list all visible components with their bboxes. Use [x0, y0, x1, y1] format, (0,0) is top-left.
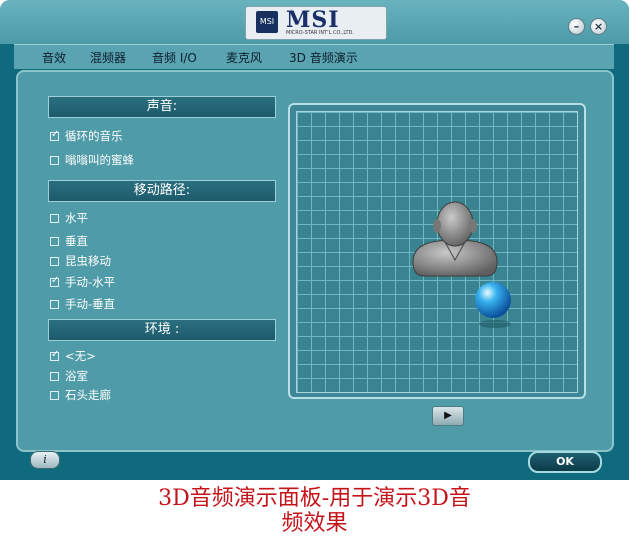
option-label: 昆虫移动	[65, 254, 111, 268]
head-listener-icon[interactable]	[412, 201, 498, 277]
option-label: <无>	[65, 349, 96, 363]
option-insect-movement[interactable]: 昆虫移动	[50, 253, 111, 269]
msi-logo: MSI MSI MICRO-STAR INT'L CO.,LTD.	[245, 6, 387, 40]
info-button[interactable]: i	[30, 451, 60, 469]
checkbox[interactable]	[50, 129, 59, 141]
option-buzzing-bee[interactable]: 嗡嗡叫的蜜蜂	[50, 152, 134, 168]
checkbox[interactable]	[50, 236, 59, 246]
checkbox[interactable]	[50, 213, 59, 223]
section-environment-title: 环境 :	[48, 319, 276, 341]
msi-emblem-icon: MSI	[256, 11, 278, 33]
checkbox[interactable]	[50, 256, 59, 266]
option-none[interactable]: <无>	[50, 348, 96, 364]
checkbox[interactable]	[50, 299, 59, 309]
tab-3d-audio-demo[interactable]: 3D 音频演示	[289, 49, 358, 66]
tab-mixer[interactable]: 混频器	[90, 49, 126, 66]
close-button[interactable]: ×	[590, 18, 607, 35]
option-label: 浴室	[65, 369, 88, 383]
option-vertical[interactable]: 垂直	[50, 233, 88, 249]
options-panel: 声音: 循环的音乐 嗡嗡叫的蜜蜂 移动路径: 水平 垂直 昆虫移动 手动-水平 …	[40, 90, 280, 410]
sound-source-sphere-icon[interactable]	[475, 282, 511, 328]
option-label: 水平	[65, 211, 88, 225]
option-label: 循环的音乐	[65, 129, 123, 143]
option-stone-corridor[interactable]: 石头走廊	[50, 387, 111, 403]
option-label: 手动-水平	[65, 275, 116, 289]
option-horizontal[interactable]: 水平	[50, 210, 88, 226]
tab-sound-effects[interactable]: 音效	[42, 49, 66, 66]
section-path-title: 移动路径:	[48, 180, 276, 202]
ok-button[interactable]: OK	[528, 451, 602, 473]
tab-microphone[interactable]: 麦克风	[226, 49, 262, 66]
title-bar[interactable]: MSI MSI MICRO-STAR INT'L CO.,LTD. – ×	[0, 0, 629, 44]
brand-tagline: MICRO-STAR INT'L CO.,LTD.	[286, 30, 354, 36]
figure-caption: 3D音频演示面板-用于演示3D音 频效果	[0, 486, 629, 536]
play-button[interactable]: ▶	[432, 406, 464, 426]
section-sound-title: 声音:	[48, 96, 276, 118]
3d-demo-viewport	[288, 103, 586, 399]
option-bathroom[interactable]: 浴室	[50, 368, 88, 384]
checkbox[interactable]	[50, 155, 59, 165]
minimize-button[interactable]: –	[568, 18, 585, 35]
tab-audio-io[interactable]: 音频 I/O	[152, 49, 197, 66]
option-label: 手动-垂直	[65, 297, 116, 311]
option-looping-music[interactable]: 循环的音乐	[50, 128, 123, 144]
option-label: 石头走廊	[65, 388, 111, 402]
caption-line-2: 频效果	[281, 511, 348, 536]
option-label: 嗡嗡叫的蜜蜂	[65, 153, 134, 167]
checkbox[interactable]	[50, 371, 59, 381]
caption-line-1: 3D音频演示面板-用于演示3D音	[158, 486, 471, 511]
tab-bar: 音效 混频器 音频 I/O 麦克风 3D 音频演示	[14, 44, 614, 69]
checkbox[interactable]	[50, 390, 59, 400]
option-label: 垂直	[65, 234, 88, 248]
checkbox[interactable]	[50, 275, 59, 287]
position-grid[interactable]	[296, 111, 578, 393]
option-manual-horizontal[interactable]: 手动-水平	[50, 274, 115, 290]
checkbox[interactable]	[50, 349, 59, 361]
option-manual-vertical[interactable]: 手动-垂直	[50, 296, 115, 312]
viewport-scene	[412, 201, 511, 328]
